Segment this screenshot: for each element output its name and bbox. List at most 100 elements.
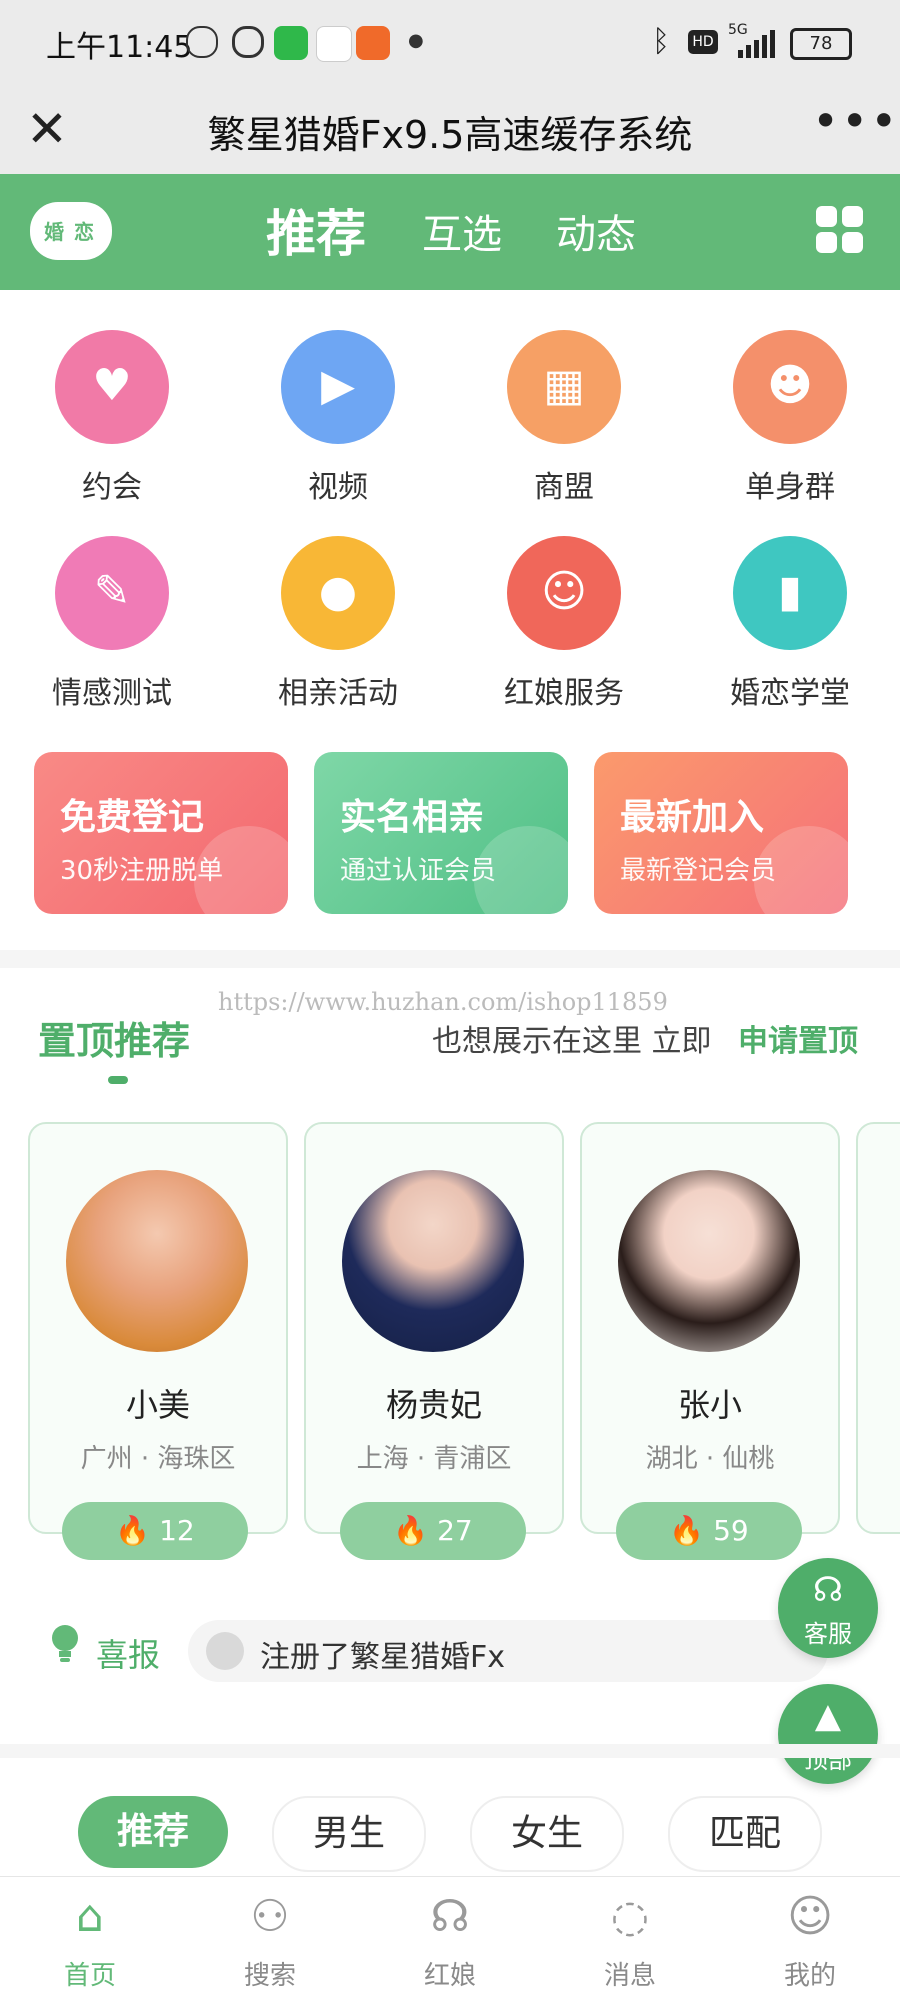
member-card[interactable]: 张小 湖北 · 仙桃 bbox=[580, 1122, 840, 1534]
video-icon: ▶ bbox=[281, 330, 395, 444]
nav-label: 首页 bbox=[63, 1961, 116, 1991]
mute-icon bbox=[186, 26, 218, 58]
app-logo: 婚 恋 bbox=[30, 202, 112, 260]
category-video[interactable]: ▶ 视频 bbox=[248, 330, 428, 506]
member-name: 杨贵妃 bbox=[385, 1386, 482, 1424]
group-icon: ☻ bbox=[733, 330, 847, 444]
category-label: 单身群 bbox=[745, 470, 835, 505]
tab-recommend[interactable]: 推荐 bbox=[266, 194, 366, 266]
hot-count: 27 bbox=[437, 1514, 473, 1547]
section-title: 置顶推荐 bbox=[38, 1019, 191, 1063]
qq-icon bbox=[316, 26, 352, 62]
matchmaker-icon: ☺ bbox=[507, 536, 621, 650]
logo-char-1: 婚 bbox=[44, 220, 64, 244]
nav-home[interactable]: ⌂ 首页 bbox=[30, 1891, 150, 1992]
filter-tab-recommend[interactable]: 推荐 bbox=[78, 1796, 228, 1868]
news-text: 注册了繁星猎婚Fx bbox=[260, 1640, 506, 1675]
hd-badge: HD bbox=[688, 30, 718, 54]
chat-icon: ◌ bbox=[610, 1891, 650, 1942]
promo-subtitle: 通过认证会员 bbox=[340, 856, 497, 886]
top-nav: 婚 恋 推荐 互选 动态 bbox=[0, 174, 900, 290]
nav-matchmaker[interactable]: ☊ 红娘 bbox=[390, 1891, 510, 1992]
filter-tab-male[interactable]: 男生 bbox=[272, 1796, 426, 1872]
tab-moments[interactable]: 动态 bbox=[556, 202, 636, 260]
more-icon[interactable]: ••• bbox=[812, 94, 899, 148]
title-bar: ✕ 繁星猎婚Fx9.5高速缓存系统 ••• bbox=[0, 88, 900, 174]
avatar bbox=[206, 1632, 244, 1670]
search-people-icon: ⚇ bbox=[250, 1891, 290, 1942]
mi-icon bbox=[356, 26, 390, 60]
logo-char-2: 恋 bbox=[74, 220, 94, 244]
member-location: 上海 · 青浦区 bbox=[356, 1444, 512, 1474]
alarm-icon bbox=[232, 26, 264, 58]
category-dating[interactable]: ♥ 约会 bbox=[22, 330, 202, 506]
member-name: 小美 bbox=[125, 1386, 190, 1424]
headset-icon: ☊ bbox=[430, 1891, 470, 1942]
member-card-partial bbox=[856, 1122, 900, 1534]
member-location: 广州 · 海珠区 bbox=[80, 1444, 236, 1474]
featured-cta-text: 也想展示在这里 立即 bbox=[432, 1024, 712, 1059]
nav-messages[interactable]: ◌ 消息 bbox=[570, 1891, 690, 1992]
promo-title: 免费登记 bbox=[60, 797, 205, 838]
flame-icon: 🔥 bbox=[669, 1514, 705, 1547]
promo-title: 实名相亲 bbox=[340, 797, 485, 838]
hot-badge[interactable]: 🔥 12 bbox=[62, 1502, 248, 1560]
bulb-icon bbox=[52, 1625, 78, 1662]
category-label: 红娘服务 bbox=[504, 676, 624, 711]
battery-indicator: 78 bbox=[790, 28, 852, 60]
hot-count: 12 bbox=[159, 1514, 195, 1547]
promo-newest[interactable]: 最新加入 最新登记会员 bbox=[594, 752, 848, 914]
signal-icon bbox=[738, 30, 775, 58]
test-icon: ✎ bbox=[55, 536, 169, 650]
nav-label: 红娘 bbox=[423, 1961, 476, 1991]
member-card[interactable]: 小美 广州 · 海珠区 bbox=[28, 1122, 288, 1534]
back-to-top-button[interactable]: ▲ 顶部 bbox=[778, 1684, 878, 1784]
fab-label: 客服 bbox=[804, 1620, 852, 1648]
category-merchant[interactable]: ▦ 商盟 bbox=[474, 330, 654, 506]
customer-service-button[interactable]: ☊ 客服 bbox=[778, 1558, 878, 1658]
tab-mutual-select[interactable]: 互选 bbox=[422, 202, 502, 260]
category-matchmaker[interactable]: ☺ 红娘服务 bbox=[474, 536, 654, 712]
flame-icon: 🔥 bbox=[115, 1514, 151, 1547]
home-icon: ⌂ bbox=[76, 1891, 104, 1942]
promo-free-register[interactable]: 免费登记 30秒注册脱单 bbox=[34, 752, 288, 914]
promo-verified[interactable]: 实名相亲 通过认证会员 bbox=[314, 752, 568, 914]
apply-top-link[interactable]: 申请置顶 bbox=[738, 1016, 858, 1060]
category-label: 视频 bbox=[308, 470, 368, 505]
bottom-nav: ⌂ 首页 ⚇ 搜索 ☊ 红娘 ◌ 消息 ☺ 我的 bbox=[0, 1876, 900, 2001]
hot-badge[interactable]: 🔥 59 bbox=[616, 1502, 802, 1560]
news-ticker[interactable]: 注册了繁星猎婚Fx bbox=[188, 1620, 828, 1682]
nav-profile[interactable]: ☺ 我的 bbox=[750, 1891, 870, 1992]
nav-label: 搜索 bbox=[243, 1961, 296, 1991]
filter-tab-female[interactable]: 女生 bbox=[470, 1796, 624, 1872]
divider bbox=[0, 1744, 900, 1758]
category-label: 相亲活动 bbox=[278, 676, 398, 711]
profile-icon: ☺ bbox=[787, 1891, 833, 1942]
nav-label: 消息 bbox=[603, 1961, 656, 1991]
store-icon: ▦ bbox=[507, 330, 621, 444]
category-label: 情感测试 bbox=[52, 676, 172, 711]
member-name: 张小 bbox=[677, 1386, 742, 1424]
filter-tab-match[interactable]: 匹配 bbox=[668, 1796, 822, 1872]
section-indicator bbox=[108, 1076, 128, 1084]
avatar bbox=[342, 1170, 524, 1352]
dot-icon: ● bbox=[408, 30, 424, 51]
category-singles-group[interactable]: ☻ 单身群 bbox=[700, 330, 880, 506]
category-events[interactable]: ● 相亲活动 bbox=[248, 536, 428, 712]
status-time: 上午11:45 bbox=[46, 30, 193, 65]
promo-subtitle: 最新登记会员 bbox=[620, 856, 777, 886]
hot-badge[interactable]: 🔥 27 bbox=[340, 1502, 526, 1560]
nav-search[interactable]: ⚇ 搜索 bbox=[210, 1891, 330, 1992]
promo-subtitle: 30秒注册脱单 bbox=[60, 856, 224, 886]
balloon-icon: ● bbox=[281, 536, 395, 650]
avatar bbox=[618, 1170, 800, 1352]
hot-count: 59 bbox=[713, 1514, 749, 1547]
grid-menu-icon[interactable] bbox=[816, 206, 866, 256]
category-academy[interactable]: ▮ 婚恋学堂 bbox=[700, 536, 880, 712]
nav-label: 我的 bbox=[783, 1961, 836, 1991]
couple-icon: ♥ bbox=[55, 330, 169, 444]
category-emotion-test[interactable]: ✎ 情感测试 bbox=[22, 536, 202, 712]
watermark-text: https://www.huzhan.com/ishop11859 bbox=[218, 988, 668, 1016]
flame-icon: 🔥 bbox=[393, 1514, 429, 1547]
member-card[interactable]: 杨贵妃 上海 · 青浦区 bbox=[304, 1122, 564, 1534]
